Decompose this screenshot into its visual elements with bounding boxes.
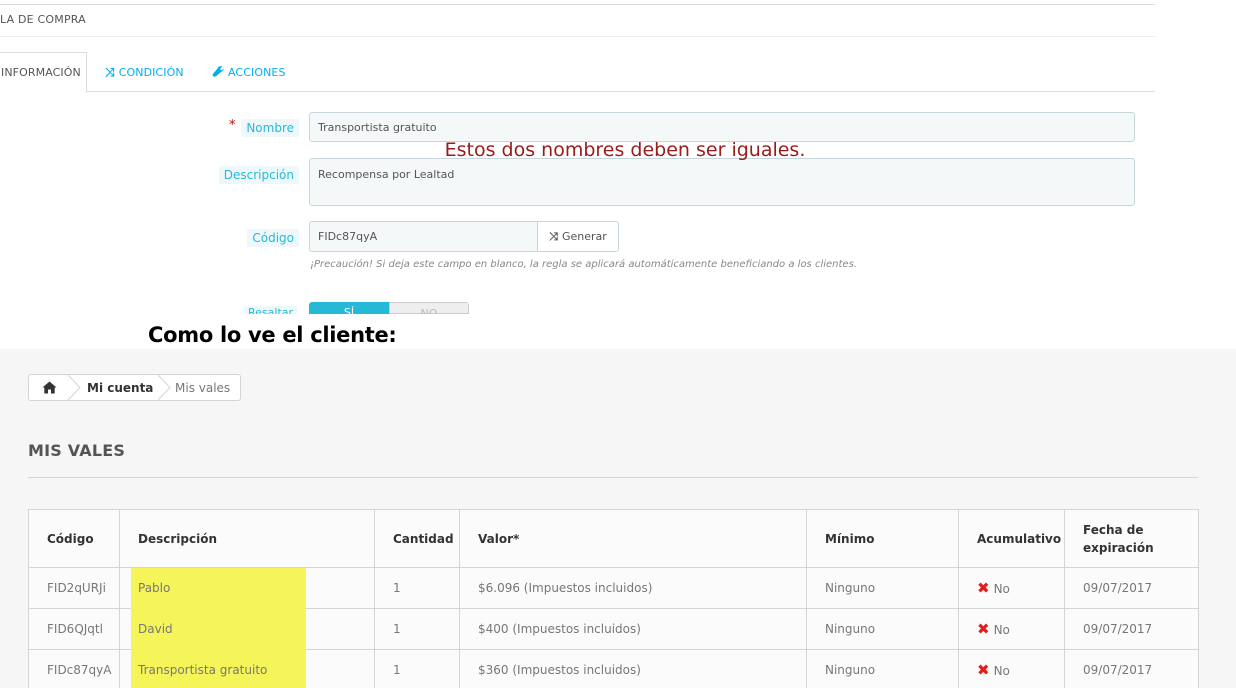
highlight-mark: Pablo — [131, 567, 306, 609]
tab-bar: INFORMACIÓN ⤨ CONDICIÓN ACCIONES — [0, 52, 1155, 93]
cell-codigo: FID2qURJi — [28, 567, 120, 609]
cross-icon: ✖ — [977, 579, 990, 597]
header-minimo: Mínimo — [806, 509, 959, 568]
top-border — [0, 4, 1155, 5]
admin-panel: LA DE COMPRA INFORMACIÓN ⤨ CONDICIÓN ACC… — [0, 0, 1236, 349]
heading-rule — [28, 477, 1198, 478]
descripcion-label: Descripción — [218, 166, 299, 184]
cell-codigo: FIDc87qyA — [28, 649, 120, 688]
vales-table: Código Descripción Cantidad Valor* Mínim… — [28, 509, 1199, 688]
cell-codigo: FID6QJqtl — [28, 608, 120, 650]
cell-cantidad: 1 — [374, 649, 460, 688]
highlight-mark: Transportista gratuito — [131, 649, 306, 688]
codigo-input[interactable]: FIDc87qyA — [309, 221, 538, 252]
caption-text: Como lo ve el cliente: — [148, 323, 397, 347]
nombre-value: Transportista gratuito — [318, 120, 437, 134]
generar-button[interactable]: ⤨ Generar — [537, 221, 619, 252]
generar-label: Generar — [561, 230, 607, 243]
cell-valor: $400 (Impuestos incluidos) — [459, 608, 807, 650]
cell-cantidad: 1 — [374, 608, 460, 650]
acumulativo-value: No — [993, 582, 1010, 596]
codigo-label: Código — [247, 229, 299, 247]
breadcrumb-separator — [67, 375, 81, 400]
cell-fecha: 09/07/2017 — [1064, 608, 1199, 650]
cell-minimo: Ninguno — [806, 608, 959, 650]
header-fecha: Fecha de expiración — [1064, 509, 1199, 568]
cell-acumulativo: ✖ No — [958, 567, 1065, 609]
header-valor: Valor* — [459, 509, 807, 568]
cell-descripcion: Pablo — [119, 567, 375, 609]
table-row: FID6QJqtl David 1 $400 (Impuestos inclui… — [28, 608, 1199, 650]
breadcrumb-mi-cuenta[interactable]: Mi cuenta — [87, 375, 153, 400]
tab-informacion-label: INFORMACIÓN — [1, 66, 81, 79]
descripcion-value: Recompensa por Lealtad — [318, 168, 455, 181]
switch-no[interactable]: NO — [389, 302, 469, 314]
breadcrumb: Mi cuenta Mis vales — [28, 374, 241, 401]
heading-divider — [0, 36, 1155, 37]
cell-minimo: Ninguno — [806, 567, 959, 609]
header-cantidad: Cantidad — [374, 509, 460, 568]
nombre-label: Nombre — [241, 119, 299, 137]
home-icon[interactable] — [29, 375, 69, 400]
annotation-text: Estos dos nombres deben ser iguales. — [444, 139, 806, 161]
table-row: FIDc87qyA Transportista gratuito 1 $360 … — [28, 649, 1199, 688]
table-header-row: Código Descripción Cantidad Valor* Mínim… — [28, 509, 1199, 568]
cell-minimo: Ninguno — [806, 649, 959, 688]
client-area: Mi cuenta Mis vales MIS VALES Código Des… — [0, 349, 1236, 688]
switch-yes[interactable]: SÍ — [309, 302, 389, 314]
tab-acciones-label: ACCIONES — [228, 65, 286, 79]
tab-condicion[interactable]: ⤨ CONDICIÓN — [105, 52, 184, 92]
breadcrumb-mis-vales: Mis vales — [175, 380, 231, 395]
cell-valor: $6.096 (Impuestos incluidos) — [459, 567, 807, 609]
required-asterisk: * — [229, 118, 236, 133]
panel-heading: LA DE COMPRA — [0, 13, 86, 26]
highlight-mark: David — [131, 608, 306, 650]
cell-cantidad: 1 — [374, 567, 460, 609]
cell-acumulativo: ✖ No — [958, 649, 1065, 688]
codigo-value: FIDc87qyA — [318, 230, 378, 243]
descripcion-textarea[interactable]: Recompensa por Lealtad — [309, 158, 1135, 206]
cross-icon: ✖ — [977, 620, 990, 638]
acumulativo-value: No — [993, 623, 1010, 637]
shuffle-icon: ⤨ — [549, 229, 558, 243]
cell-descripcion: Transportista gratuito — [119, 649, 375, 688]
codigo-help-text: ¡Precaución! Si deja este campo en blanc… — [310, 259, 857, 270]
page-title: MIS VALES — [28, 441, 126, 460]
cell-fecha: 09/07/2017 — [1064, 649, 1199, 688]
resaltar-switch[interactable]: SÍ NO — [309, 302, 469, 314]
tab-condicion-label: CONDICIÓN — [118, 65, 184, 79]
shuffle-icon: ⤨ — [105, 64, 115, 79]
tab-acciones[interactable]: ACCIONES — [212, 52, 286, 92]
table-row: FID2qURJi Pablo 1 $6.096 (Impuestos incl… — [28, 567, 1199, 609]
tab-informacion[interactable]: INFORMACIÓN — [0, 52, 87, 93]
header-codigo: Código — [28, 509, 120, 568]
cell-acumulativo: ✖ No — [958, 608, 1065, 650]
cell-descripcion: David — [119, 608, 375, 650]
header-descripcion: Descripción — [119, 509, 375, 568]
cell-valor: $360 (Impuestos incluidos) — [459, 649, 807, 688]
header-acumulativo: Acumulativo — [958, 509, 1065, 568]
acumulativo-value: No — [993, 664, 1010, 678]
wrench-icon — [212, 65, 224, 80]
cross-icon: ✖ — [977, 661, 990, 679]
cell-fecha: 09/07/2017 — [1064, 567, 1199, 609]
breadcrumb-separator — [157, 375, 171, 400]
